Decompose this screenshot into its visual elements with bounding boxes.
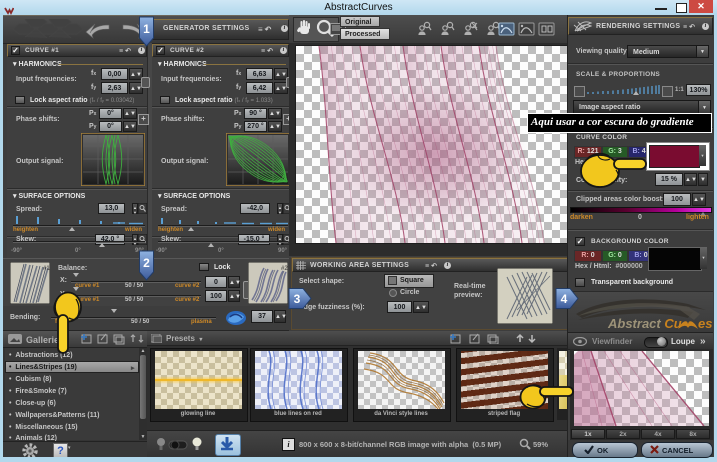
svg-text:#1: #1 [43, 266, 50, 272]
svg-text:#2: #2 [281, 266, 288, 272]
svg-text:2: 2 [143, 256, 150, 270]
svg-text:3: 3 [294, 292, 301, 306]
svg-text:4: 4 [561, 292, 568, 306]
svg-text:1: 1 [143, 22, 150, 36]
